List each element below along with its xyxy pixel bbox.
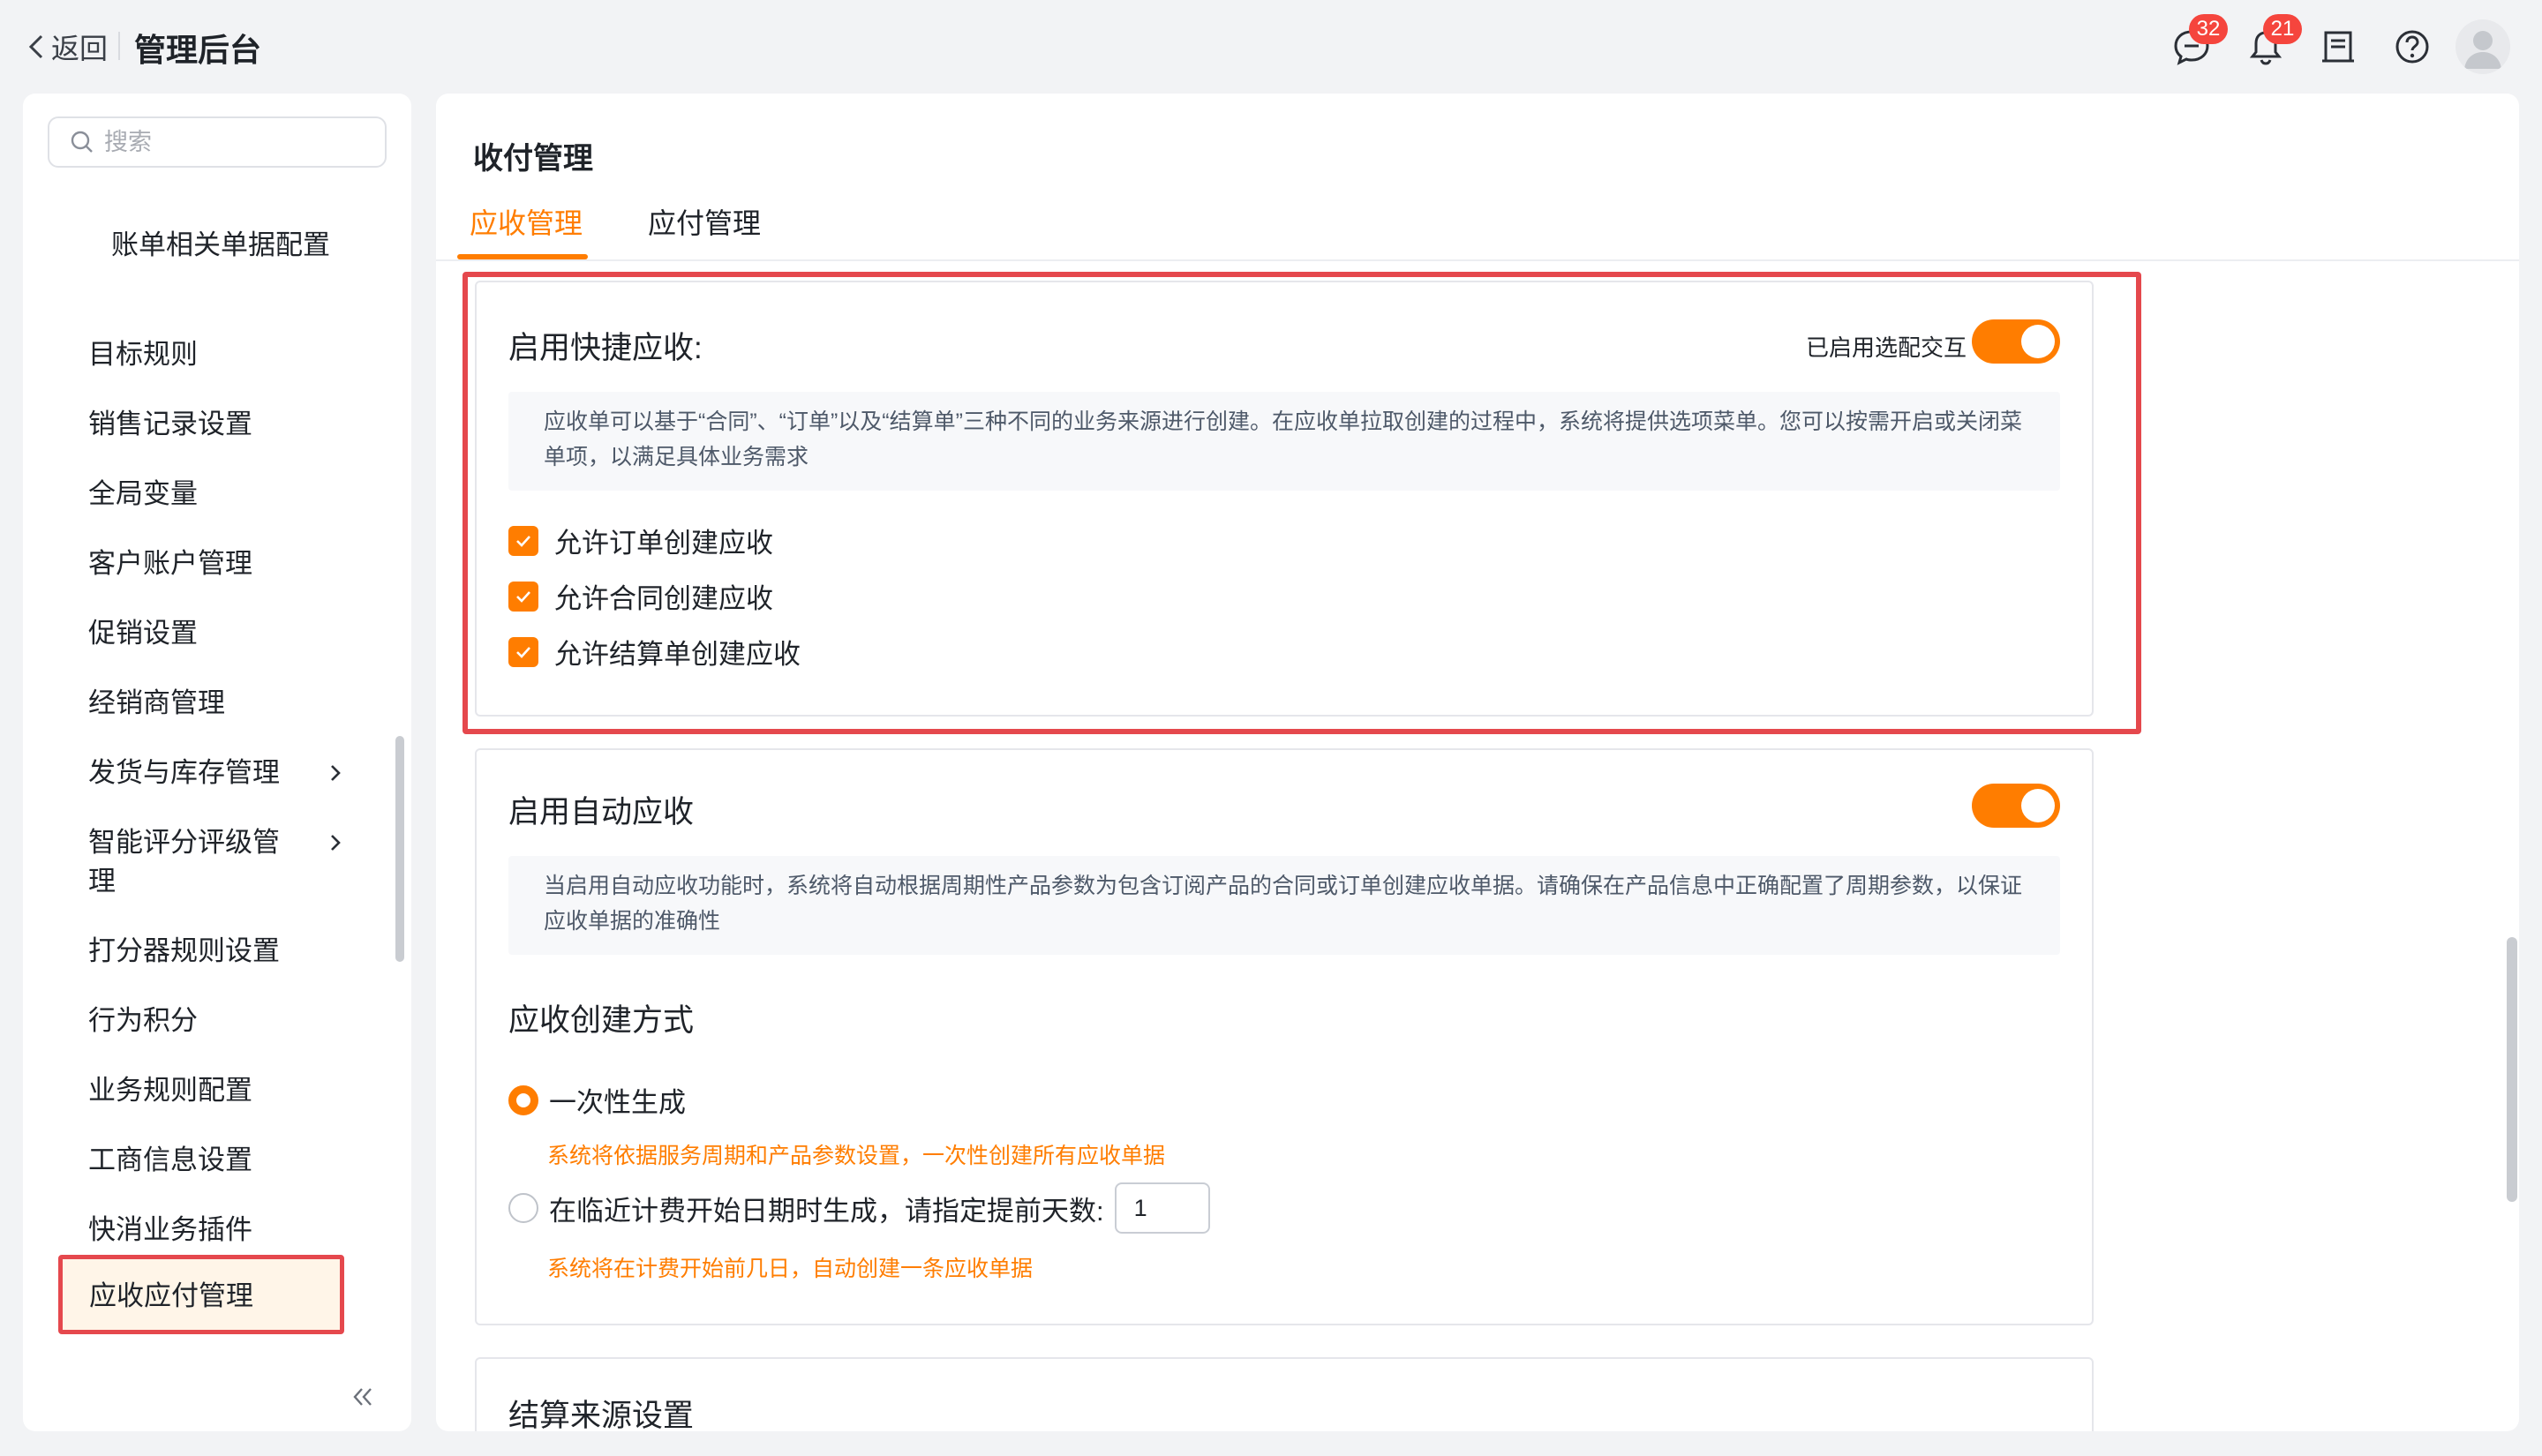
creation-method-title: 应收创建方式 xyxy=(508,1003,695,1038)
method-one-time[interactable]: 一次性生成 xyxy=(508,1080,686,1120)
radio-button[interactable] xyxy=(508,1084,538,1115)
tab-receivable[interactable]: 应收管理 xyxy=(470,201,583,242)
sidebar-item-global-vars[interactable]: 全局变量 xyxy=(88,475,353,514)
sidebar-item-target-rules[interactable]: 目标规则 xyxy=(88,335,353,374)
method-label: 在临近计费开始日期时生成，请指定提前天数: xyxy=(549,1195,1104,1227)
notes-button[interactable] xyxy=(2316,25,2360,69)
settlement-source-card: 结算来源设置 xyxy=(475,1357,2094,1431)
notes-icon xyxy=(2322,31,2354,63)
sidebar-item-label: 行为积分 xyxy=(88,1005,198,1036)
auto-receivable-title: 启用自动应收 xyxy=(508,795,695,829)
notification-button[interactable]: 21 xyxy=(2244,14,2302,69)
sidebar-item-promotion[interactable]: 促销设置 xyxy=(88,614,353,653)
divider xyxy=(118,32,120,60)
sidebar-item-label: 目标规则 xyxy=(88,339,198,370)
search-icon xyxy=(71,131,93,153)
sidebar-item-label: 经销商管理 xyxy=(88,687,225,718)
sidebar-item-label: 促销设置 xyxy=(88,618,198,649)
sidebar-item-label: 工商信息设置 xyxy=(88,1145,252,1175)
sidebar-item-label: 智能评分评级管理 xyxy=(88,827,280,897)
radio-button[interactable] xyxy=(508,1193,538,1223)
sidebar-item-label: 账单相关单据配置 xyxy=(111,229,330,260)
help-button[interactable] xyxy=(2390,25,2434,69)
page-title: 收付管理 xyxy=(473,142,593,176)
auto-receivable-card: 启用自动应收 当启用自动应收功能时，系统将自动根据周期性产品参数为包含订阅产品的… xyxy=(475,748,2094,1325)
help-icon xyxy=(2395,30,2429,64)
sidebar-item-label: 客户账户管理 xyxy=(88,548,252,579)
sidebar-item-dealer[interactable]: 经销商管理 xyxy=(88,684,353,723)
method-label: 一次性生成 xyxy=(549,1087,686,1118)
method-one-time-hint: 系统将依据服务周期和产品参数设置，一次性创建所有应收单据 xyxy=(547,1144,1166,1168)
search-input[interactable] xyxy=(102,127,371,157)
sidebar-item-behavior-points[interactable]: 行为积分 xyxy=(88,1002,353,1040)
user-icon xyxy=(2464,31,2501,69)
advance-days-input[interactable] xyxy=(1114,1182,1210,1234)
sidebar-item-label: 全局变量 xyxy=(88,478,198,509)
sidebar: 账单相关单据配置 目标规则 销售记录设置 全局变量 客户账户管理 促销设置 经销… xyxy=(23,94,411,1431)
chevron-left-icon xyxy=(28,34,43,59)
sidebar-item-receivable-payable[interactable]: 应收应付管理 xyxy=(58,1255,344,1334)
highlight-box xyxy=(463,272,2141,734)
sidebar-item-business-rules[interactable]: 业务规则配置 xyxy=(88,1071,353,1110)
sidebar-item-bill-config[interactable]: 账单相关单据配置 xyxy=(111,226,332,265)
back-button[interactable]: 返回 xyxy=(26,26,108,67)
chat-badge: 32 xyxy=(2189,14,2228,44)
method-advance-days-hint: 系统将在计费开始前几日，自动创建一条应收单据 xyxy=(547,1257,1034,1281)
sidebar-item-smart-scoring[interactable]: 智能评分评级管理 xyxy=(88,823,341,901)
notification-badge: 21 xyxy=(2263,14,2302,44)
back-label: 返回 xyxy=(51,33,109,64)
sidebar-item-label: 快消业务插件 xyxy=(88,1214,252,1245)
main-scrollbar[interactable] xyxy=(2507,937,2517,1202)
method-advance-days[interactable]: 在临近计费开始日期时生成，请指定提前天数: xyxy=(508,1182,1210,1234)
collapse-sidebar-icon[interactable] xyxy=(348,1384,378,1410)
sidebar-item-label: 发货与库存管理 xyxy=(88,757,280,788)
sidebar-item-label: 业务规则配置 xyxy=(88,1075,252,1106)
sidebar-item-scorer-rules[interactable]: 打分器规则设置 xyxy=(88,932,353,971)
settlement-source-title: 结算来源设置 xyxy=(508,1399,695,1431)
sidebar-item-customer-account[interactable]: 客户账户管理 xyxy=(88,544,353,583)
tab-divider xyxy=(436,259,2519,261)
avatar[interactable] xyxy=(2456,19,2510,74)
chat-button[interactable]: 32 xyxy=(2170,14,2228,69)
sidebar-item-label: 应收应付管理 xyxy=(89,1280,253,1311)
sidebar-item-label: 销售记录设置 xyxy=(88,409,252,439)
sidebar-item-fmcg-plugin[interactable]: 快消业务插件 xyxy=(88,1211,353,1250)
top-bar: 返回 管理后台 32 21 xyxy=(0,0,2542,92)
sidebar-item-shipping-inventory[interactable]: 发货与库存管理 xyxy=(88,754,353,792)
chevron-right-icon xyxy=(331,765,341,781)
tab-payable[interactable]: 应付管理 xyxy=(648,201,761,242)
sidebar-scrollbar[interactable] xyxy=(395,736,404,962)
auto-receivable-description: 当启用自动应收功能时，系统将自动根据周期性产品参数为包含订阅产品的合同或订单创建… xyxy=(508,856,2060,955)
app-title: 管理后台 xyxy=(134,32,262,68)
sidebar-item-label: 打分器规则设置 xyxy=(88,935,280,966)
chevron-right-icon xyxy=(331,835,341,851)
auto-receivable-toggle[interactable] xyxy=(1972,784,2060,828)
sidebar-item-business-info[interactable]: 工商信息设置 xyxy=(88,1141,353,1180)
sidebar-search[interactable] xyxy=(48,116,387,168)
sidebar-item-sales-record[interactable]: 销售记录设置 xyxy=(88,405,353,444)
